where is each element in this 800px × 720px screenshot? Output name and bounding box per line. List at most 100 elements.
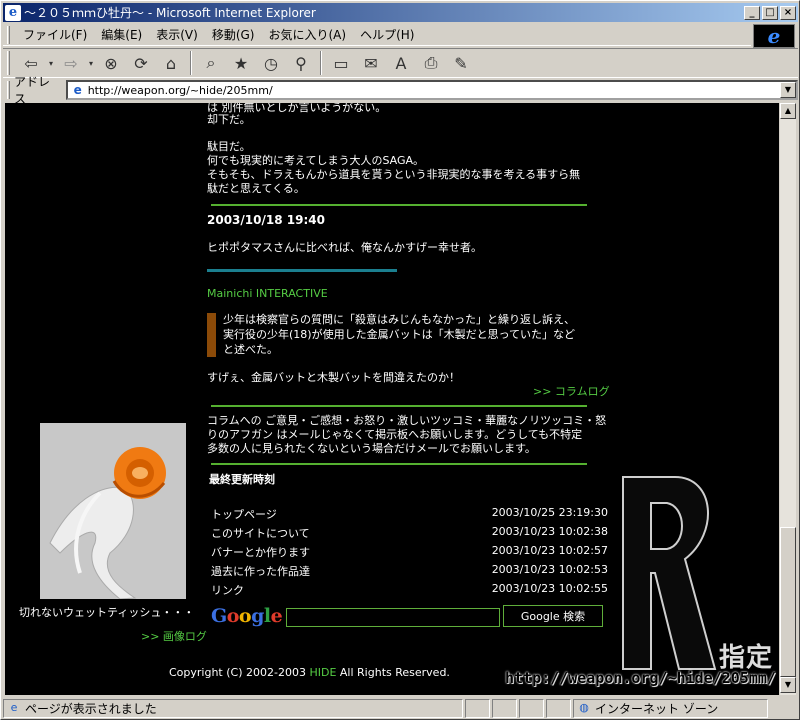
address-url[interactable]: http://weapon.org/~hide/205mm/ [88, 84, 273, 97]
status-panel [546, 698, 571, 718]
quote-bar [207, 313, 216, 357]
status-text: ページが表示されました [25, 701, 157, 716]
update-date: 2003/10/23 10:02:38 [491, 525, 608, 538]
menu-file[interactable]: ファイル(F) [16, 26, 94, 43]
status-panel: e ページが表示されました [3, 698, 463, 718]
notice-line: 多数の人に見られたくないという場合だけメールでお願いします。 [207, 442, 536, 455]
update-link[interactable]: バナーとか作ります [211, 546, 310, 559]
update-date: 2003/10/23 10:02:53 [491, 563, 608, 576]
update-link[interactable]: このサイトについて [211, 527, 310, 540]
browser-window: e ～２０５ｍｍひ牡丹～ - Microsoft Internet Explor… [0, 0, 800, 720]
divider [211, 405, 587, 407]
google-search-button[interactable]: Google 検索 [503, 605, 603, 627]
update-link[interactable]: 過去に作った作品達 [211, 565, 310, 578]
scroll-up-icon[interactable]: ▲ [780, 103, 796, 119]
divider [211, 204, 587, 206]
vertical-scrollbar[interactable]: ▲ ▼ [779, 103, 796, 695]
wet-tissue-photo[interactable] [40, 423, 186, 599]
copyright-name-link[interactable]: HIDE [309, 666, 336, 679]
toolbar-grip[interactable] [7, 51, 10, 75]
window-title: ～２０５ｍｍひ牡丹～ - Microsoft Internet Explorer [24, 6, 316, 20]
ie-logo-icon: e [767, 24, 781, 48]
print-icon[interactable]: ⎙ [419, 51, 443, 75]
image-log-link[interactable]: >> 画像ログ [141, 630, 207, 644]
photo-graphic [40, 423, 186, 599]
page-done-icon: e [10, 701, 18, 714]
update-row: このサイトについて 2003/10/23 10:02:38 [211, 525, 608, 541]
globe-icon: ◍ [579, 701, 589, 714]
r-rating-logo [622, 476, 717, 670]
zone-panel: ◍ インターネット ゾーン [573, 698, 768, 718]
channels-icon[interactable]: ⚲ [289, 51, 313, 75]
divider [211, 463, 587, 465]
forward-icon[interactable]: ⇨ [59, 51, 83, 75]
status-panel [465, 698, 490, 718]
update-row: トップページ 2003/10/25 23:19:30 [211, 506, 608, 522]
entry-date: 2003/10/18 19:40 [207, 213, 325, 227]
source-link[interactable]: Mainichi INTERACTIVE [207, 287, 328, 301]
google-logo: Google [211, 605, 283, 627]
menubar-grip[interactable] [7, 25, 10, 44]
back-icon[interactable]: ⇦ [19, 51, 43, 75]
menu-view[interactable]: 表示(V) [149, 26, 205, 43]
forward-dropdown-icon[interactable]: ▾ [86, 51, 96, 75]
google-search-input[interactable] [286, 608, 500, 627]
refresh-icon[interactable]: ⟳ [129, 51, 153, 75]
title-bar: e ～２０５ｍｍひ牡丹～ - Microsoft Internet Explor… [3, 3, 798, 22]
comment-text: すげぇ、金属バットと木製バットを間違えたのか！ [207, 371, 460, 384]
text-line: 却下だ。 [207, 113, 251, 126]
update-row: リンク 2003/10/23 10:02:55 [211, 582, 608, 598]
standard-toolbar: ⇦ ▾ ⇨ ▾ ⊗ ⟳ ⌂ ⌕ ★ ◷ ⚲ ▭ ✉ A ⎙ ✎ [3, 48, 798, 78]
scroll-thumb[interactable] [780, 527, 796, 677]
ie-app-icon: e [5, 4, 21, 21]
status-panel [519, 698, 544, 718]
quote-line: 少年は検察官らの質問に「殺意はみじんもなかった」と繰り返し訴え、 [223, 313, 575, 326]
divider-teal [207, 269, 397, 272]
history-icon[interactable]: ◷ [259, 51, 283, 75]
stop-icon[interactable]: ⊗ [99, 51, 123, 75]
notice-line: りのアフガン はメールじゃなくて掲示板へお願いします。どうしても不特定 [207, 428, 583, 441]
copyright: Copyright (C) 2002-2003 HIDE All Rights … [169, 666, 450, 680]
fullscreen-icon[interactable]: ▭ [329, 51, 353, 75]
favorites-icon[interactable]: ★ [229, 51, 253, 75]
copyright-suffix: All Rights Reserved. [336, 666, 450, 679]
minimize-button[interactable]: _ [744, 5, 760, 20]
notice-line: コラムへの ご意見・ご感想・お怒り・激しいツッコミ・華麗なノリツッコミ・怒 [207, 414, 607, 427]
maximize-button[interactable]: □ [762, 5, 778, 20]
search-icon[interactable]: ⌕ [199, 51, 223, 75]
banner-url: http://weapon.org/~hide/205mm/ [505, 669, 776, 687]
updates-title: 最終更新時刻 [209, 473, 275, 486]
update-row: 過去に作った作品達 2003/10/23 10:02:53 [211, 563, 608, 579]
toolbar-separator [190, 51, 192, 75]
menu-go[interactable]: 移動(G) [205, 26, 262, 43]
ie-throbber-logo: e [753, 24, 795, 48]
update-link[interactable]: トップページ [211, 508, 277, 521]
address-bar: アドレス e http://weapon.org/~hide/205mm/ ▼ [3, 75, 798, 106]
text-line: そもそも、ドラえもんから道具を貰うという非現実的な事を考える事すら無 [207, 168, 581, 181]
status-panel [492, 698, 517, 718]
scroll-down-icon[interactable]: ▼ [780, 677, 796, 693]
addressbar-grip[interactable] [7, 81, 10, 99]
menu-bar: ファイル(F) 編集(E) 表示(V) 移動(G) お気に入り(A) ヘルプ(H… [3, 24, 751, 46]
thumb-caption: 切れないウェットティッシュ・・・ [19, 606, 195, 619]
edit-icon[interactable]: ✎ [449, 51, 473, 75]
update-row: バナーとか作ります 2003/10/23 10:02:57 [211, 544, 608, 560]
address-input[interactable]: e http://weapon.org/~hide/205mm/ ▼ [65, 80, 798, 100]
update-date: 2003/10/25 23:19:30 [491, 506, 608, 519]
menu-help[interactable]: ヘルプ(H) [353, 26, 421, 43]
update-link[interactable]: リンク [211, 584, 244, 597]
quote-line: と述べた。 [223, 343, 278, 356]
page-icon: e [73, 83, 82, 97]
column-log-link[interactable]: >> コラムログ [533, 385, 610, 399]
close-button[interactable]: × [780, 5, 796, 20]
menu-favorites[interactable]: お気に入り(A) [261, 26, 353, 43]
update-date: 2003/10/23 10:02:57 [491, 544, 608, 557]
home-icon[interactable]: ⌂ [159, 51, 183, 75]
copyright-prefix: Copyright (C) 2002-2003 [169, 666, 310, 679]
font-size-icon[interactable]: A [389, 51, 413, 75]
back-dropdown-icon[interactable]: ▾ [46, 51, 56, 75]
menu-edit[interactable]: 編集(E) [94, 26, 149, 43]
mail-icon[interactable]: ✉ [359, 51, 383, 75]
address-dropdown-icon[interactable]: ▼ [780, 82, 796, 98]
text-line: 駄目だ。 [207, 140, 251, 153]
